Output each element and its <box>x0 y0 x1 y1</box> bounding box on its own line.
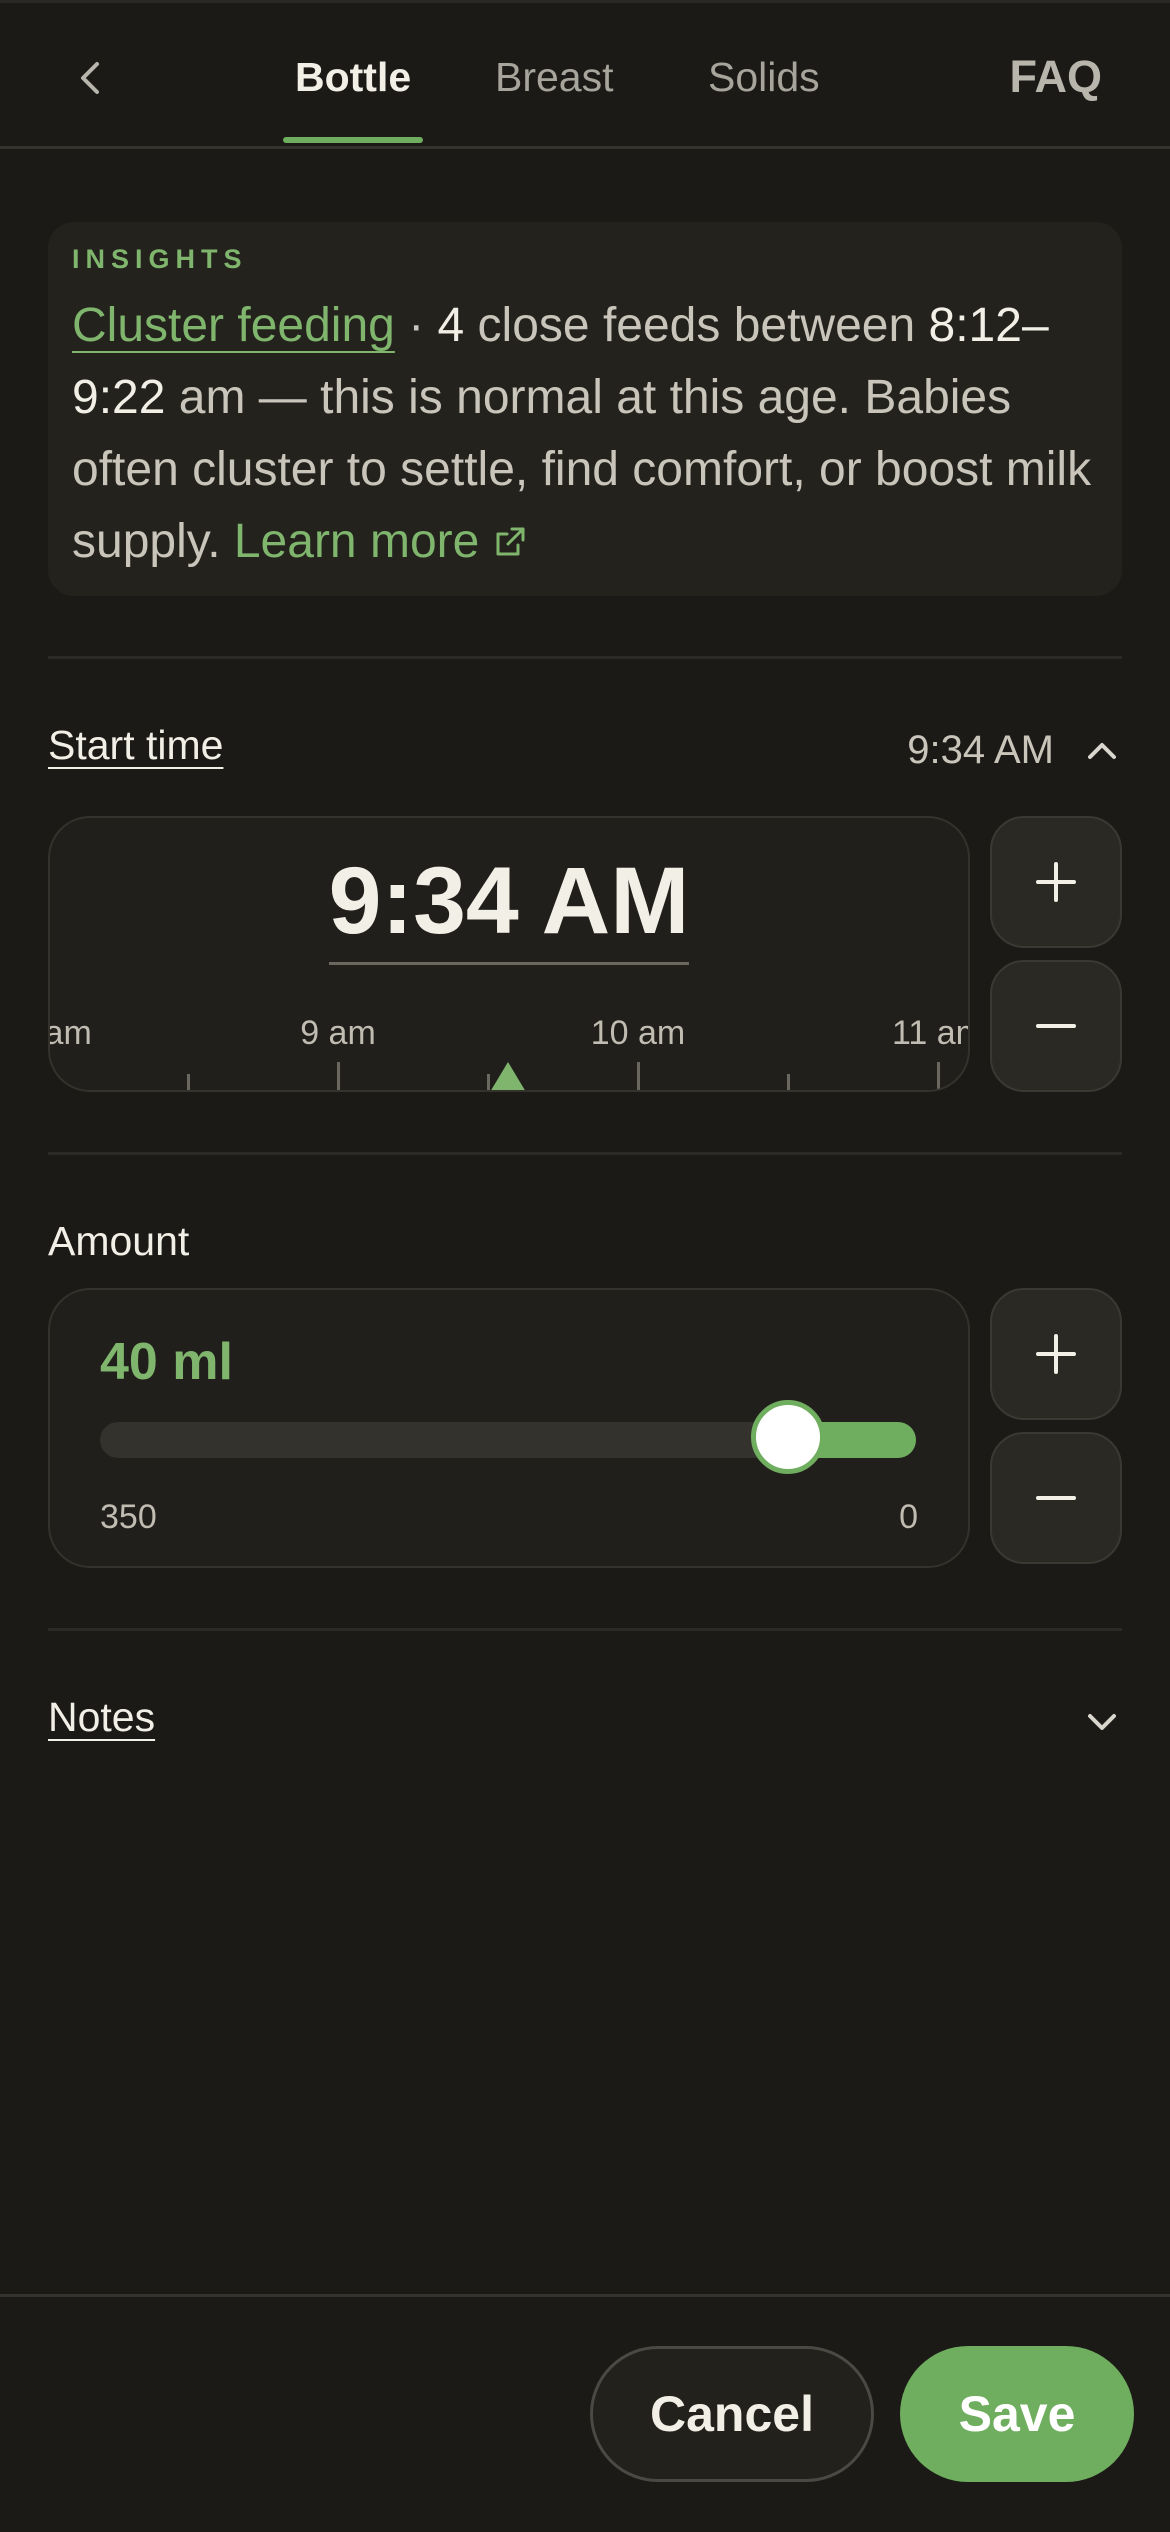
current-time-marker <box>490 1062 526 1090</box>
amount-slider[interactable] <box>100 1400 916 1474</box>
insights-card: INSIGHTS Cluster feeding · 4 close feeds… <box>48 222 1122 596</box>
save-button[interactable]: Save <box>900 2346 1134 2482</box>
section-divider <box>48 656 1122 659</box>
insights-text-part: am — this is normal at this age. Babies … <box>72 371 1092 568</box>
time-decrement-button[interactable] <box>990 960 1122 1092</box>
timeline-tick <box>637 1062 640 1090</box>
cluster-feeding-link[interactable]: Cluster feeding <box>72 299 395 352</box>
timeline-tick <box>787 1074 790 1090</box>
learn-more-link[interactable]: Learn more <box>234 515 527 568</box>
top-bar: Bottle Breast Solids FAQ <box>0 0 1170 151</box>
plus-icon <box>1036 862 1076 902</box>
section-divider <box>48 1152 1122 1155</box>
tab-breast[interactable]: Breast <box>495 47 614 107</box>
amount-scale-max-label: 0 <box>899 1498 918 1536</box>
faq-link[interactable]: FAQ <box>1009 47 1102 107</box>
amount-card: 40 ml 350 0 <box>48 1288 970 1568</box>
insights-count: 4 <box>437 299 465 352</box>
amount-label: Amount <box>48 1218 190 1264</box>
selected-time[interactable]: 9:34 AM <box>50 846 968 965</box>
amount-slider-thumb[interactable] <box>751 1400 825 1474</box>
active-tab-indicator <box>283 137 423 143</box>
timeline-tick <box>337 1062 340 1090</box>
time-increment-button[interactable] <box>990 816 1122 948</box>
minus-icon <box>1036 1496 1076 1500</box>
back-button[interactable] <box>60 43 120 113</box>
amount-decrement-button[interactable] <box>990 1432 1122 1564</box>
learn-more-label: Learn more <box>233 515 480 568</box>
top-bar-divider <box>0 146 1170 149</box>
insights-separator: · <box>394 299 438 352</box>
chevron-down-icon[interactable] <box>1082 1702 1122 1742</box>
chevron-left-icon <box>81 62 99 94</box>
selected-time-value: 9:34 AM <box>328 846 690 965</box>
start-time-label[interactable]: Start time <box>48 722 223 769</box>
insights-text-part: close feeds between <box>464 299 929 352</box>
cancel-button[interactable]: Cancel <box>590 2346 874 2482</box>
timeline-label: 9 am <box>300 1014 376 1052</box>
minus-icon <box>1036 1024 1076 1028</box>
time-picker-card[interactable]: 9:34 AM 8 am 9 am 10 am 11 am <box>48 816 970 1092</box>
timeline-label: 10 am <box>590 1014 686 1052</box>
footer-divider <box>0 2294 1170 2297</box>
insights-heading: INSIGHTS <box>72 244 248 274</box>
amount-value: 40 ml <box>100 1333 233 1391</box>
start-time-value[interactable]: 9:34 AM <box>907 722 1054 778</box>
chevron-up-icon[interactable] <box>1082 730 1122 770</box>
tab-solids[interactable]: Solids <box>708 47 820 107</box>
tab-bottle[interactable]: Bottle <box>295 47 411 107</box>
timeline-tick <box>187 1074 190 1090</box>
timeline-tick <box>937 1062 940 1090</box>
section-divider <box>48 1628 1122 1631</box>
external-link-icon <box>496 527 525 556</box>
timeline-label: 8 am <box>48 1014 92 1052</box>
insights-text: Cluster feeding · 4 close feeds between … <box>72 290 1112 578</box>
timeline-label: 11 am <box>892 1014 968 1052</box>
plus-icon <box>1036 1334 1076 1374</box>
amount-increment-button[interactable] <box>990 1288 1122 1420</box>
notes-label[interactable]: Notes <box>48 1694 155 1741</box>
amount-scale-min-label: 350 <box>100 1498 157 1536</box>
